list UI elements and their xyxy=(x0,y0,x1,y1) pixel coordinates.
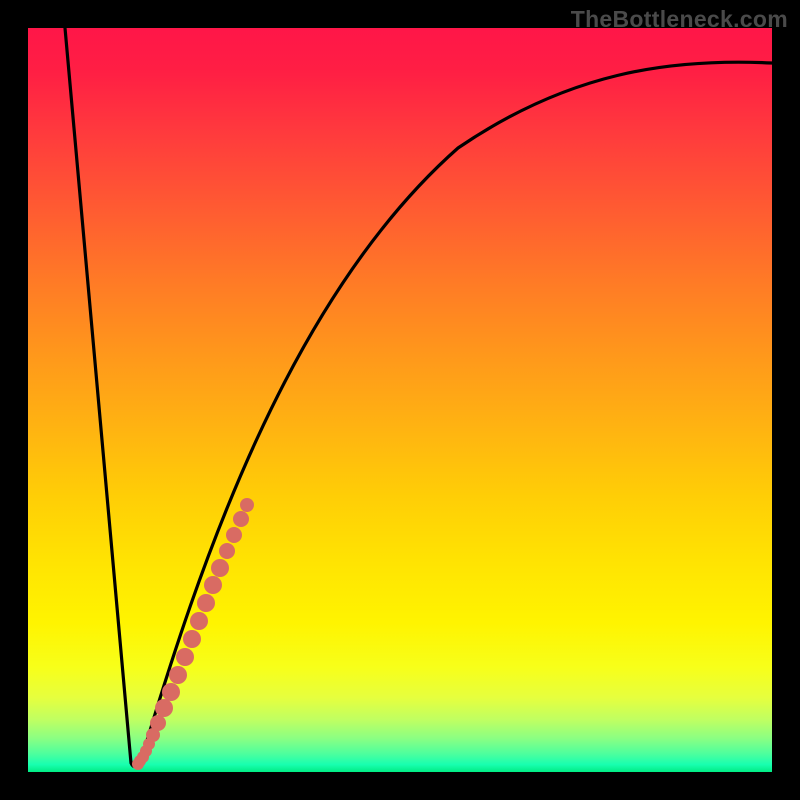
plot-area xyxy=(28,28,772,772)
highlight-segment xyxy=(132,498,254,770)
chart-frame: TheBottleneck.com xyxy=(0,0,800,800)
watermark-text: TheBottleneck.com xyxy=(571,6,788,33)
bottleneck-curve xyxy=(65,28,772,767)
chart-svg xyxy=(28,28,772,772)
